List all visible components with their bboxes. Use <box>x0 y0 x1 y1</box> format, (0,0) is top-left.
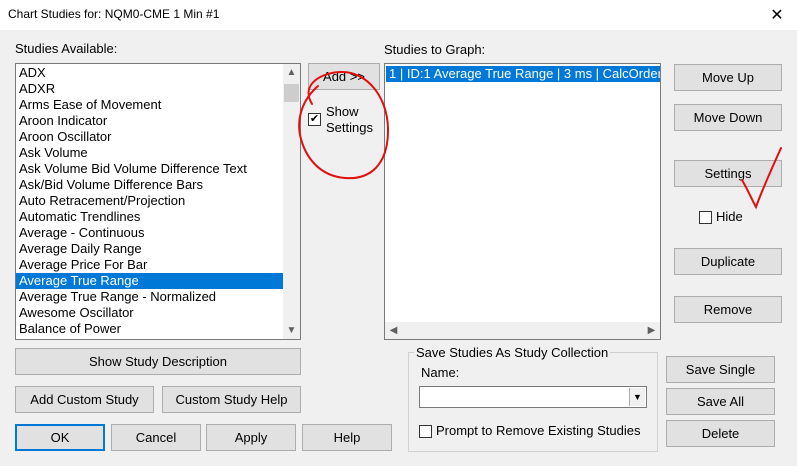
duplicate-button[interactable]: Duplicate <box>674 248 782 275</box>
move-up-button[interactable]: Move Up <box>674 64 782 91</box>
delete-button[interactable]: Delete <box>666 420 775 447</box>
remove-button[interactable]: Remove <box>674 296 782 323</box>
study-list-item[interactable]: Auto Retracement/Projection <box>16 193 283 209</box>
studies-to-graph-hscrollbar[interactable]: ◀ ▶ <box>385 322 660 339</box>
study-list-item[interactable]: Aroon Indicator <box>16 113 283 129</box>
studies-available-list[interactable]: ADX ADXR Arms Ease of Movement Aroon Indica… <box>15 63 301 340</box>
study-list-item[interactable]: Ask Volume Bid Volume Difference Text <box>16 161 283 177</box>
settings-button[interactable]: Settings <box>674 160 782 187</box>
study-collection-label: Save Studies As Study Collection <box>414 345 611 360</box>
study-list-item[interactable]: Average Price For Bar <box>16 257 283 273</box>
study-list-item[interactable]: Arms Ease of Movement <box>16 97 283 113</box>
study-list-item[interactable]: ADX <box>16 65 283 81</box>
studies-to-graph-label: Studies to Graph: <box>384 42 486 57</box>
prompt-remove-label: Prompt to Remove Existing Studies <box>436 423 641 438</box>
hide-checkbox[interactable] <box>699 211 712 224</box>
study-list-item[interactable]: Average True Range - Normalized <box>16 289 283 305</box>
window-title: Chart Studies for: NQM0-CME 1 Min #1 <box>8 7 220 21</box>
scroll-up-icon[interactable]: ▲ <box>283 64 300 81</box>
study-list-item[interactable]: Average Daily Range <box>16 241 283 257</box>
chevron-down-icon[interactable]: ▼ <box>629 388 645 406</box>
save-single-button[interactable]: Save Single <box>666 356 775 383</box>
study-list-item[interactable]: Average - Continuous <box>16 225 283 241</box>
study-list-item[interactable]: Awesome Oscillator <box>16 305 283 321</box>
name-combo[interactable]: ▼ <box>419 386 647 408</box>
add-button[interactable]: Add >> <box>308 63 380 90</box>
apply-button[interactable]: Apply <box>206 424 296 451</box>
title-bar: Chart Studies for: NQM0-CME 1 Min #1 ✕ <box>0 0 797 30</box>
show-settings-label-2: Settings <box>326 120 373 135</box>
study-list-item[interactable]: Ask/Bid Volume Difference Bars <box>16 177 283 193</box>
scroll-right-icon[interactable]: ▶ <box>643 322 660 339</box>
study-list-item[interactable]: Balance of Power <box>16 321 283 337</box>
save-all-button[interactable]: Save All <box>666 388 775 415</box>
studies-to-graph-list[interactable]: 1 | ID:1 Average True Range | 3 ms | Cal… <box>384 63 661 340</box>
cancel-button[interactable]: Cancel <box>111 424 201 451</box>
study-list-item[interactable]: Aroon Oscillator <box>16 129 283 145</box>
name-label: Name: <box>421 365 460 380</box>
study-list-item[interactable]: Ask Volume <box>16 145 283 161</box>
hide-label: Hide <box>716 209 743 224</box>
ok-button[interactable]: OK <box>15 424 105 451</box>
help-button[interactable]: Help <box>302 424 392 451</box>
studies-available-label: Studies Available: <box>15 41 118 56</box>
close-icon[interactable]: ✕ <box>757 0 797 30</box>
show-settings-checkbox[interactable]: ✔ <box>308 113 321 126</box>
scroll-down-icon[interactable]: ▼ <box>283 322 300 339</box>
study-list-item[interactable]: Band/Channel <box>16 337 283 339</box>
show-study-description-button[interactable]: Show Study Description <box>15 348 301 375</box>
move-down-button[interactable]: Move Down <box>674 104 782 131</box>
custom-study-help-button[interactable]: Custom Study Help <box>162 386 301 413</box>
scroll-thumb[interactable] <box>284 84 299 102</box>
study-list-item[interactable]: Automatic Trendlines <box>16 209 283 225</box>
show-settings-label-1: Show <box>326 104 359 119</box>
scroll-left-icon[interactable]: ◀ <box>385 322 402 339</box>
prompt-remove-checkbox[interactable] <box>419 425 432 438</box>
graph-study-item[interactable]: 1 | ID:1 Average True Range | 3 ms | Cal… <box>386 66 660 82</box>
study-list-item[interactable]: Average True Range <box>16 273 283 289</box>
studies-available-scrollbar[interactable]: ▲ ▼ <box>283 64 300 339</box>
add-custom-study-button[interactable]: Add Custom Study <box>15 386 154 413</box>
study-list-item[interactable]: ADXR <box>16 81 283 97</box>
